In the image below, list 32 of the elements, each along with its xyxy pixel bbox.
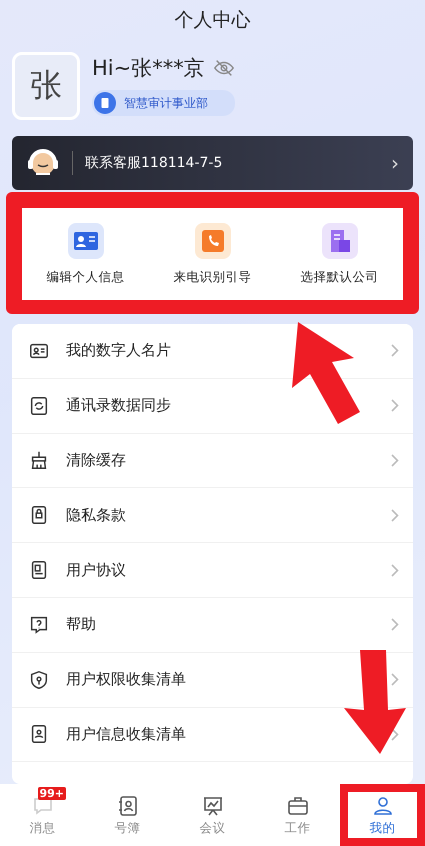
tab[interactable]: 工作 (255, 784, 340, 846)
service-label: 联系客服118114-7-5 (85, 154, 224, 172)
unread-badge: 99+ (38, 787, 66, 800)
building-icon (322, 222, 358, 258)
sync-icon (28, 394, 50, 417)
document-icon (94, 92, 116, 114)
menu-item[interactable]: 我的数字人名片 (12, 324, 413, 379)
chevron-right-icon (391, 673, 399, 686)
chevron-right-icon (391, 399, 399, 412)
phone-icon (194, 222, 230, 258)
id-card-icon (68, 222, 104, 258)
chevron-right-icon (391, 618, 399, 632)
chevron-right-icon (391, 564, 399, 577)
tab[interactable]: 我的 (340, 784, 425, 846)
chevron-right-icon (391, 508, 399, 522)
chevron-right-icon (391, 454, 399, 467)
tab[interactable]: 会议 (170, 784, 255, 846)
department-name: 智慧审计事业部 (124, 94, 208, 112)
chevron: › (391, 151, 399, 175)
shield-icon (28, 668, 50, 691)
tab[interactable]: 号簿 (85, 784, 170, 846)
user-greeting: Hi~张***京 (92, 55, 205, 82)
quick-action[interactable]: 来电识别引导 (149, 208, 276, 300)
quick-action[interactable]: 选择默认公司 (276, 208, 403, 300)
avatar[interactable]: 张 (12, 52, 80, 120)
eye-off-icon[interactable] (212, 57, 235, 79)
page-title: 个人中心 (174, 8, 252, 33)
chevron-right-icon (391, 344, 399, 358)
quick-action[interactable]: 编辑个人信息 (22, 208, 149, 300)
tab[interactable]: 消息 99+ (0, 784, 85, 846)
chevron-right-icon (391, 728, 399, 741)
customer-service-bar[interactable]: 联系客服118114-7-5 › (12, 136, 413, 190)
